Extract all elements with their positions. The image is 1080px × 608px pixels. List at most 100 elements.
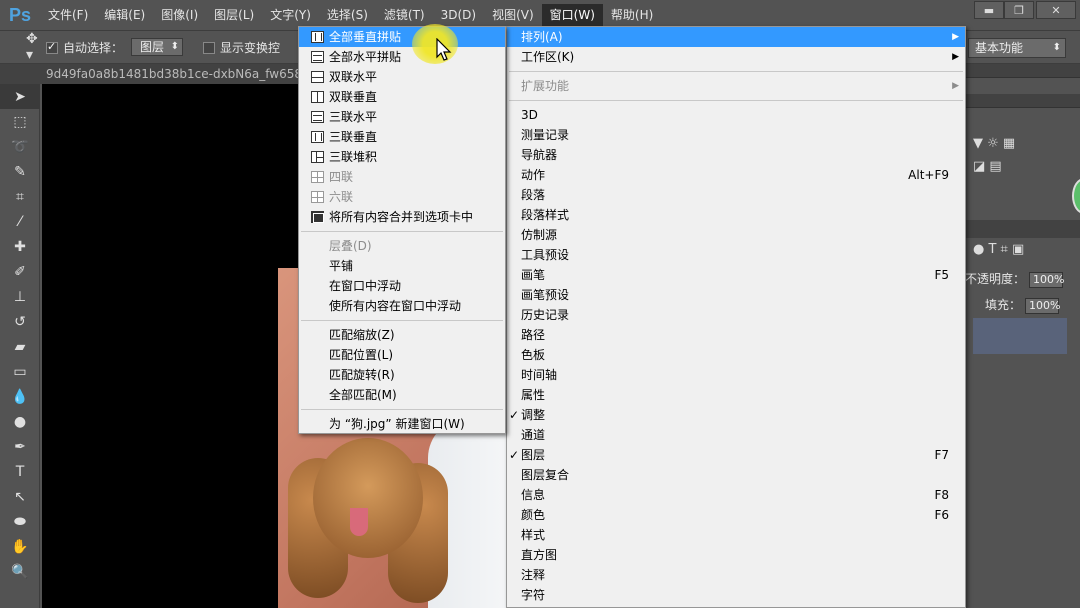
- window-menu-panel-item[interactable]: 历史记录: [507, 305, 965, 325]
- item-label: 四联: [329, 170, 354, 184]
- window-menu-panel-item[interactable]: 3D: [507, 105, 965, 125]
- tile-all-vertical-item[interactable]: 全部垂直拼贴: [299, 27, 505, 47]
- lasso-tool-icon[interactable]: ➰: [0, 134, 40, 159]
- two-up-vertical-item[interactable]: 双联垂直: [299, 87, 505, 107]
- menu-workspace[interactable]: 工作区(K) ▶: [507, 47, 965, 67]
- window-menu-panel-item[interactable]: 样式: [507, 525, 965, 545]
- match-rotation-item[interactable]: 匹配旋转(R): [299, 365, 505, 385]
- auto-select-dropdown[interactable]: 图层: [131, 38, 184, 56]
- window-menu-panel-item[interactable]: 色板: [507, 345, 965, 365]
- healing-brush-tool-icon[interactable]: ✚: [0, 234, 40, 259]
- menu-layer[interactable]: 图层(L): [206, 4, 262, 26]
- window-menu-panel-item[interactable]: 直方图: [507, 545, 965, 565]
- window-menu-panel-item[interactable]: 段落样式: [507, 205, 965, 225]
- window-menu-panel-item[interactable]: 信息 F8: [507, 485, 965, 505]
- tile-item[interactable]: 平铺: [299, 256, 505, 276]
- menu-view[interactable]: 视图(V): [484, 4, 542, 26]
- menu-edit[interactable]: 编辑(E): [96, 4, 153, 26]
- three-up-stacked-item[interactable]: 三联堆积: [299, 147, 505, 167]
- marquee-tool-icon[interactable]: ⬚: [0, 109, 40, 134]
- match-all-item[interactable]: 全部匹配(M): [299, 385, 505, 405]
- two-up-horizontal-item[interactable]: 双联水平: [299, 67, 505, 87]
- history-brush-tool-icon[interactable]: ↺: [0, 309, 40, 334]
- clone-stamp-tool-icon[interactable]: ⊥: [0, 284, 40, 309]
- menu-filter[interactable]: 滤镜(T): [376, 4, 433, 26]
- type-tool-icon[interactable]: T: [0, 459, 40, 484]
- window-menu-panel-item[interactable]: 画笔 F5: [507, 265, 965, 285]
- window-menu-panel-item[interactable]: 动作 Alt+F9: [507, 165, 965, 185]
- window-menu-panel-item[interactable]: 注释: [507, 565, 965, 585]
- path-select-tool-icon[interactable]: ↖: [0, 484, 40, 509]
- window-menu-panel-item[interactable]: 仿制源: [507, 225, 965, 245]
- document-tab[interactable]: 9d49fa0a8b1481bd38b1ce-dxbN6a_fw658.jpg: [38, 64, 332, 84]
- close-button[interactable]: ✕: [1036, 1, 1076, 19]
- window-menu-panel-item[interactable]: 时间轴: [507, 365, 965, 385]
- ellipse-tool-icon[interactable]: ⬬: [0, 509, 40, 534]
- move-tool-preset-icon[interactable]: ✥ ▾: [6, 31, 46, 63]
- menu-help[interactable]: 帮助(H): [603, 4, 661, 26]
- checkmark-icon: ✓: [509, 448, 520, 462]
- item-label: 全部垂直拼贴: [329, 30, 402, 44]
- pen-tool-icon[interactable]: ✒: [0, 434, 40, 459]
- selected-layer-row[interactable]: [973, 318, 1067, 354]
- menu-select[interactable]: 选择(S): [319, 4, 376, 26]
- window-menu-dropdown: 排列(A) ▶ 工作区(K) ▶ 扩展功能 ▶ 3D 测量记录 导航器 动作 Alt+F9 段落…: [506, 26, 966, 608]
- menu-type[interactable]: 文字(Y): [262, 4, 319, 26]
- window-menu-panel-item[interactable]: 测量记录: [507, 125, 965, 145]
- opacity-input[interactable]: 100%: [1029, 272, 1064, 288]
- match-location-item[interactable]: 匹配位置(L): [299, 345, 505, 365]
- menu-arrange[interactable]: 排列(A) ▶: [507, 27, 965, 47]
- checkmark-icon: ✓: [509, 408, 520, 422]
- gradient-tool-icon[interactable]: ▭: [0, 359, 40, 384]
- auto-select-checkbox[interactable]: [46, 40, 58, 54]
- adjustments-icons-row2[interactable]: ◪ ▤: [965, 159, 1080, 174]
- blur-tool-icon[interactable]: 💧: [0, 384, 40, 409]
- adjustments-icons[interactable]: ▼ ☼ ▦: [965, 136, 1080, 151]
- panel-item-shortcut: F5: [934, 268, 949, 282]
- fill-input[interactable]: 100%: [1025, 298, 1060, 314]
- window-menu-panel-item[interactable]: 导航器: [507, 145, 965, 165]
- hand-tool-icon[interactable]: ✋: [0, 534, 40, 559]
- workspace-dropdown[interactable]: 基本功能: [968, 38, 1066, 58]
- two-up-vertical-icon: [311, 91, 324, 103]
- window-menu-panel-item[interactable]: 属性: [507, 385, 965, 405]
- tile-all-horizontal-item[interactable]: 全部水平拼贴: [299, 47, 505, 67]
- three-up-vertical-item[interactable]: 三联垂直: [299, 127, 505, 147]
- brush-tool-icon[interactable]: ✐: [0, 259, 40, 284]
- four-up-item: 四联: [299, 167, 505, 187]
- dodge-tool-icon[interactable]: ●: [0, 409, 40, 434]
- window-menu-panel-item[interactable]: 通道: [507, 425, 965, 445]
- crop-tool-icon[interactable]: ⌗: [0, 184, 40, 209]
- window-menu-panel-item[interactable]: 图层复合: [507, 465, 965, 485]
- zoom-tool-icon[interactable]: 🔍: [0, 559, 40, 584]
- window-menu-panel-item[interactable]: 段落: [507, 185, 965, 205]
- consolidate-tabs-item[interactable]: 将所有内容合并到选项卡中: [299, 207, 505, 227]
- new-window-item[interactable]: 为 “狗.jpg” 新建窗口(W): [299, 414, 505, 434]
- menu-image[interactable]: 图像(I): [153, 4, 206, 26]
- layer-filter-icons[interactable]: ● T ⌗ ▣: [965, 242, 1024, 257]
- three-up-stacked-icon: [311, 151, 324, 163]
- float-in-window-item[interactable]: 在窗口中浮动: [299, 276, 505, 296]
- window-menu-panel-item[interactable]: 字符: [507, 585, 965, 605]
- show-transform-checkbox[interactable]: [203, 42, 216, 54]
- three-up-horizontal-icon: [311, 111, 324, 123]
- eyedropper-tool-icon[interactable]: ⁄: [0, 209, 40, 234]
- window-menu-panel-item[interactable]: 画笔预设: [507, 285, 965, 305]
- eraser-tool-icon[interactable]: ▰: [0, 334, 40, 359]
- menu-window[interactable]: 窗口(W): [541, 4, 603, 26]
- three-up-horizontal-item[interactable]: 三联水平: [299, 107, 505, 127]
- window-menu-panel-item[interactable]: ✓ 调整: [507, 405, 965, 425]
- match-zoom-item[interactable]: 匹配缩放(Z): [299, 325, 505, 345]
- submenu-arrow-icon: ▶: [952, 81, 959, 91]
- float-all-item[interactable]: 使所有内容在窗口中浮动: [299, 296, 505, 316]
- menu-file[interactable]: 文件(F): [40, 4, 96, 26]
- minimize-button[interactable]: ▬: [974, 1, 1004, 19]
- window-menu-panel-item[interactable]: 颜色 F6: [507, 505, 965, 525]
- window-menu-panel-item[interactable]: ✓ 图层 F7: [507, 445, 965, 465]
- move-tool-icon[interactable]: ➤: [0, 84, 40, 109]
- quick-select-tool-icon[interactable]: ✎: [0, 159, 40, 184]
- restore-button[interactable]: ❐: [1004, 1, 1034, 19]
- menu-3d[interactable]: 3D(D): [433, 4, 484, 26]
- window-menu-panel-item[interactable]: 路径: [507, 325, 965, 345]
- window-menu-panel-item[interactable]: 工具预设: [507, 245, 965, 265]
